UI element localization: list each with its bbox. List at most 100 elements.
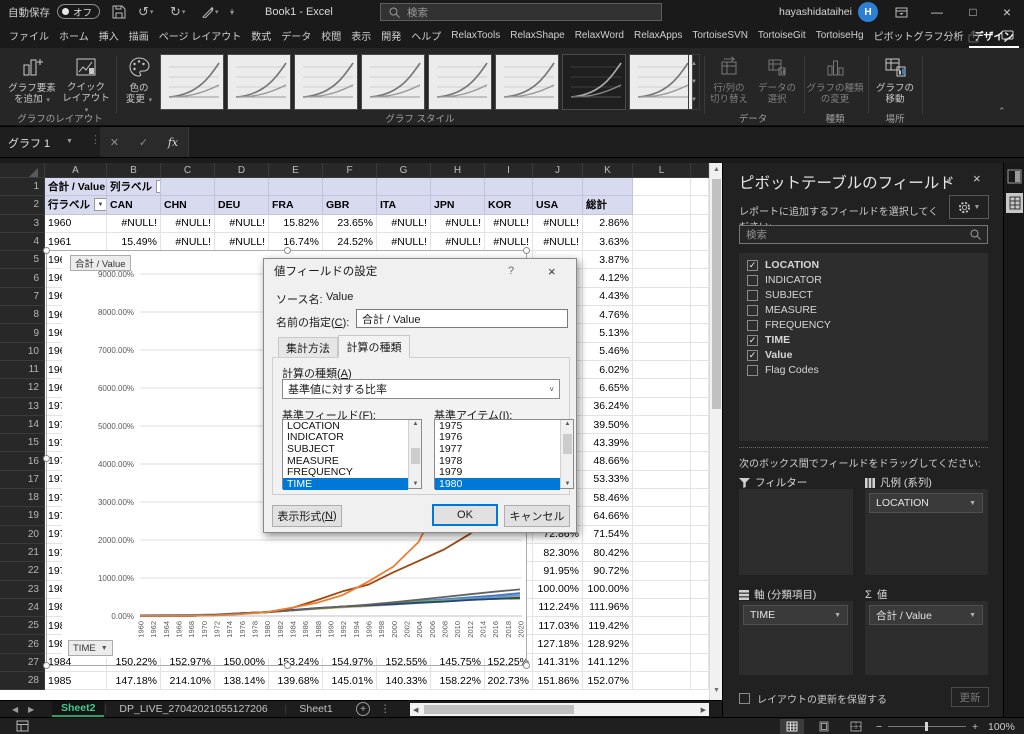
- share-icon[interactable]: [960, 27, 986, 45]
- cell[interactable]: [633, 416, 691, 434]
- cell[interactable]: #NULL!: [215, 215, 269, 233]
- cell[interactable]: 119.42%: [583, 617, 633, 635]
- cell[interactable]: 91.95%: [533, 562, 583, 580]
- page-break-view-icon[interactable]: [844, 719, 868, 734]
- normal-view-icon[interactable]: [780, 719, 804, 734]
- ribbon-tab-データ[interactable]: データ: [276, 24, 316, 48]
- axis-area[interactable]: TIME▼: [739, 601, 853, 675]
- column-header-H[interactable]: H: [431, 163, 485, 178]
- cell[interactable]: 117.03%: [533, 617, 583, 635]
- vertical-scroll-thumb[interactable]: [712, 179, 721, 409]
- cell[interactable]: 202.73%: [485, 672, 533, 690]
- row-header-21[interactable]: 21: [0, 544, 45, 562]
- base-field-option[interactable]: TIME: [283, 478, 408, 490]
- ribbon-tab-ホーム[interactable]: ホーム: [54, 24, 94, 48]
- cancel-entry-icon[interactable]: ✕: [110, 136, 119, 149]
- pane-option-icon[interactable]: [1007, 169, 1022, 189]
- cell[interactable]: 5.46%: [583, 343, 633, 361]
- cell[interactable]: [633, 507, 691, 525]
- row-header-25[interactable]: 25: [0, 617, 45, 635]
- cell[interactable]: [323, 178, 377, 196]
- cell[interactable]: [633, 343, 691, 361]
- cell[interactable]: #NULL!: [485, 215, 533, 233]
- cell[interactable]: 151.86%: [533, 672, 583, 690]
- column-header-A[interactable]: A: [45, 163, 107, 178]
- field-item-TIME[interactable]: ✓TIME: [747, 334, 790, 346]
- chart-style-thumbnail[interactable]: [562, 54, 626, 110]
- formula-input[interactable]: [188, 127, 1024, 157]
- ribbon-tab-RelaxTools[interactable]: RelaxTools: [446, 24, 505, 48]
- user-name[interactable]: hayashidataihei: [779, 0, 852, 24]
- listbox-scrollbar[interactable]: ▲▼: [560, 420, 573, 488]
- cell[interactable]: 5.13%: [583, 324, 633, 342]
- cell[interactable]: 4.76%: [583, 306, 633, 324]
- base-item-option[interactable]: 1980: [435, 478, 560, 490]
- ribbon-tab-数式[interactable]: 数式: [246, 24, 276, 48]
- axis-field-pill[interactable]: TIME▼: [743, 605, 848, 625]
- cell[interactable]: [633, 215, 691, 233]
- quick-layout-button[interactable]: クイック レイアウト ▾: [60, 54, 112, 116]
- cell[interactable]: ITA: [377, 196, 431, 214]
- redo-button[interactable]: ↻▾: [170, 0, 185, 24]
- legend-field-pill[interactable]: LOCATION▼: [869, 493, 983, 513]
- change-chart-type-button[interactable]: グラフの種類 の変更: [806, 54, 864, 116]
- zoom-slider-thumb[interactable]: [925, 722, 928, 731]
- scroll-right-icon[interactable]: ▶: [701, 706, 706, 714]
- row-header-27[interactable]: 27: [0, 654, 45, 672]
- row-header-22[interactable]: 22: [0, 562, 45, 580]
- field-search-input[interactable]: 検索: [739, 225, 988, 244]
- cell[interactable]: [633, 324, 691, 342]
- cell[interactable]: [269, 178, 323, 196]
- row-header-15[interactable]: 15: [0, 434, 45, 452]
- cell[interactable]: 3.87%: [583, 251, 633, 269]
- cell[interactable]: DEU: [215, 196, 269, 214]
- row-header-26[interactable]: 26: [0, 635, 45, 653]
- cell[interactable]: 39.50%: [583, 416, 633, 434]
- row-header-9[interactable]: 9: [0, 324, 45, 342]
- cell[interactable]: #NULL!: [377, 233, 431, 251]
- listbox-scrollbar[interactable]: ▲▼: [408, 420, 421, 488]
- base-field-option[interactable]: LOCATION: [283, 420, 408, 432]
- chart-value-field-button[interactable]: 合計 / Value: [70, 255, 131, 271]
- cell[interactable]: 53.33%: [583, 471, 633, 489]
- cell[interactable]: [633, 599, 691, 617]
- cell[interactable]: CHN: [161, 196, 215, 214]
- cell[interactable]: 23.65%: [323, 215, 377, 233]
- base-field-option[interactable]: MEASURE: [283, 455, 408, 467]
- cell[interactable]: 128.92%: [583, 635, 633, 653]
- cell[interactable]: JPN: [431, 196, 485, 214]
- cell[interactable]: [633, 434, 691, 452]
- row-header-16[interactable]: 16: [0, 452, 45, 470]
- column-header-I[interactable]: I: [485, 163, 533, 178]
- ribbon-tab-ファイル[interactable]: ファイル: [4, 24, 54, 48]
- cell[interactable]: 4.12%: [583, 269, 633, 287]
- cell[interactable]: 141.31%: [533, 654, 583, 672]
- cell[interactable]: #NULL!: [161, 215, 215, 233]
- column-header-E[interactable]: E: [269, 163, 323, 178]
- scroll-up-icon[interactable]: ▲: [713, 166, 720, 173]
- cell[interactable]: CAN: [107, 196, 161, 214]
- page-layout-view-icon[interactable]: [812, 719, 836, 734]
- chart-style-thumbnail[interactable]: [294, 54, 358, 110]
- pivot-filter-dropdown-icon[interactable]: ▼: [94, 198, 107, 211]
- cell[interactable]: 141.12%: [583, 654, 633, 672]
- cell[interactable]: KOR: [485, 196, 533, 214]
- pane-menu-icon[interactable]: ▼: [945, 177, 953, 186]
- cell[interactable]: [633, 251, 691, 269]
- row-header-24[interactable]: 24: [0, 599, 45, 617]
- values-field-pill[interactable]: 合計 / Value▼: [869, 605, 983, 625]
- cell[interactable]: #NULL!: [485, 233, 533, 251]
- cell[interactable]: [485, 178, 533, 196]
- zoom-level[interactable]: 100%: [988, 721, 1015, 733]
- cell[interactable]: #NULL!: [431, 233, 485, 251]
- sheet-tab-Sheet2[interactable]: Sheet2: [52, 701, 104, 717]
- add-chart-element-button[interactable]: グラフ要素 を追加 ▾: [6, 54, 58, 116]
- row-header-1[interactable]: 1: [0, 178, 45, 196]
- cell[interactable]: 64.66%: [583, 507, 633, 525]
- avatar[interactable]: H: [858, 2, 878, 22]
- cell[interactable]: [633, 617, 691, 635]
- select-all-corner[interactable]: [0, 163, 45, 178]
- sheet-nav-left-icon[interactable]: ◀: [12, 705, 18, 714]
- update-button[interactable]: 更新: [951, 687, 989, 707]
- enter-entry-icon[interactable]: ✓: [139, 136, 148, 149]
